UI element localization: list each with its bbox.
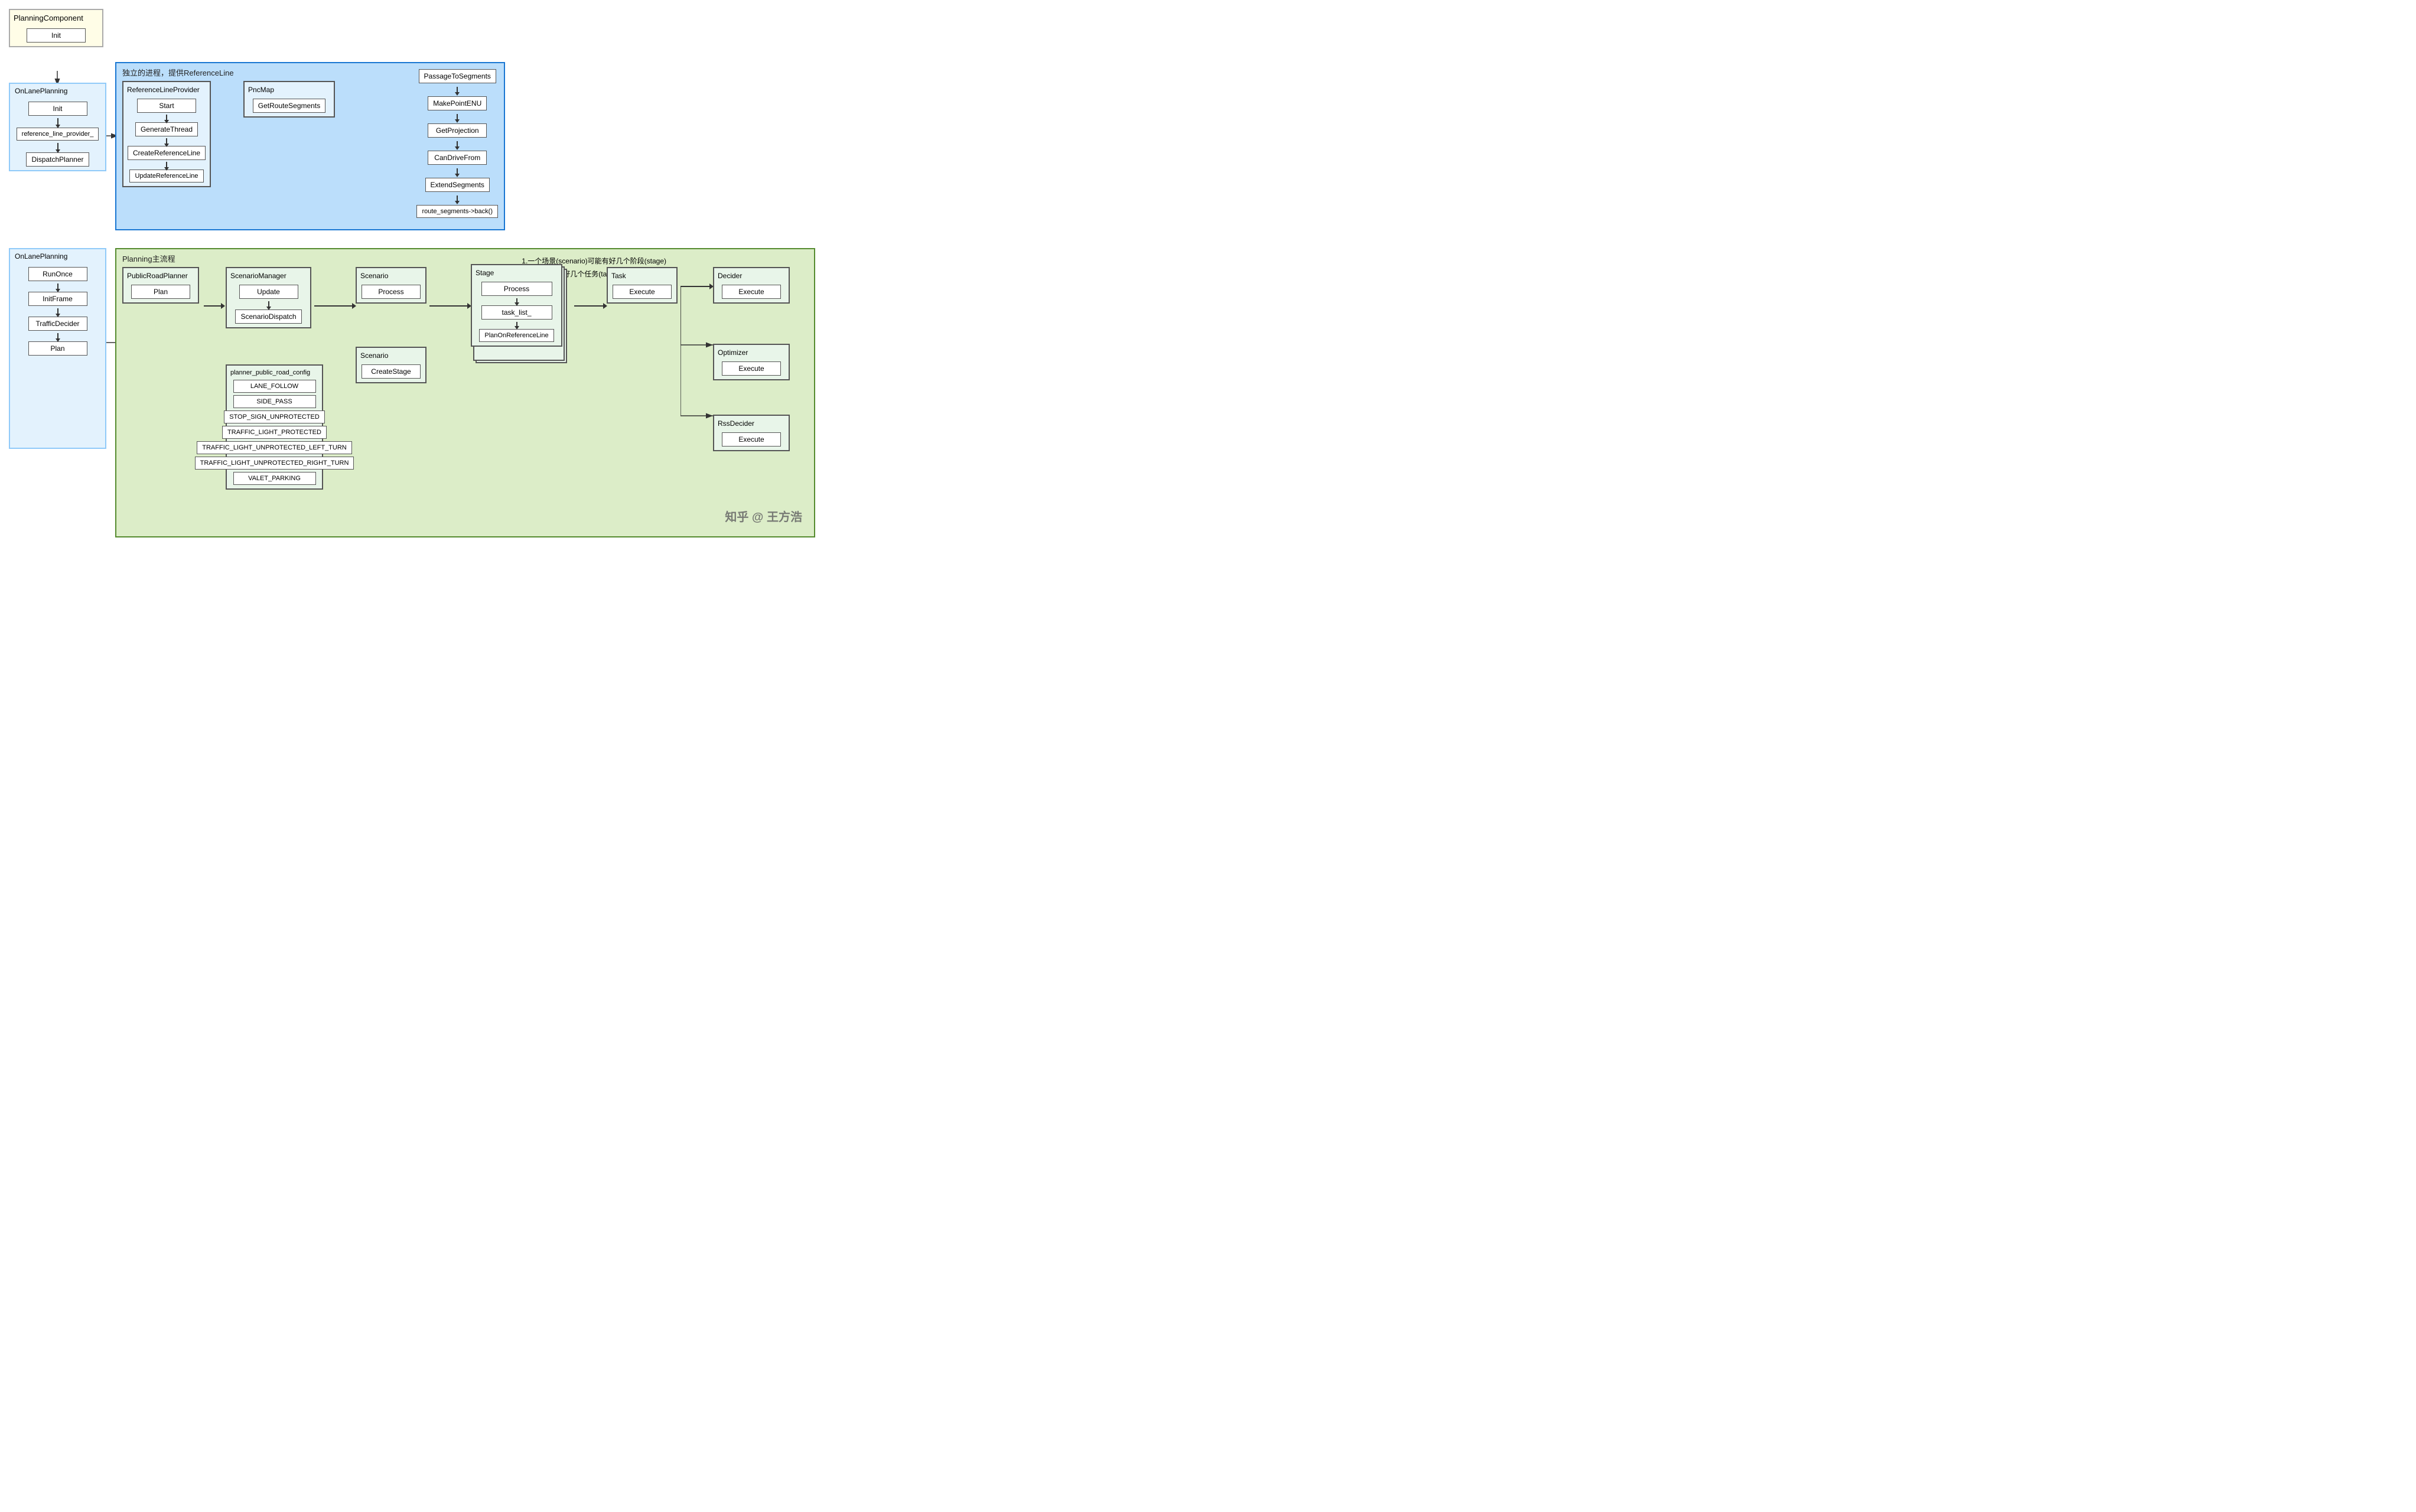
decider-box: Decider Execute — [713, 267, 790, 304]
ollp-top-dispatch: DispatchPlanner — [26, 152, 89, 167]
scenario-box-1: Scenario Process — [356, 267, 426, 304]
task-execute: Execute — [613, 285, 672, 299]
rssdecider-title: RssDecider — [718, 419, 785, 428]
optimizer-execute: Execute — [722, 361, 781, 376]
rlp-generate: GenerateThread — [135, 122, 198, 136]
ollp-bot-runonce: RunOnce — [28, 267, 87, 281]
on-lane-planning-top-title: OnLanePlanning — [15, 87, 67, 95]
optimizer-box: Optimizer Execute — [713, 344, 790, 380]
public-road-planner-box: PublicRoadPlanner Plan — [122, 267, 199, 304]
on-lane-planning-bottom-title: OnLanePlanning — [15, 252, 67, 260]
arrow-sm-scenario — [314, 305, 353, 307]
prp-title: PublicRoadPlanner — [127, 272, 194, 280]
scenario1-process: Process — [362, 285, 421, 299]
config-title: planner_public_road_config — [230, 369, 318, 376]
blue-can-drive: CanDriveFrom — [428, 151, 487, 165]
rlp-title: ReferenceLineProvider — [127, 86, 206, 94]
prp-plan: Plan — [131, 285, 190, 299]
scenario-manager-box: ScenarioManager Update ScenarioDispatch — [226, 267, 311, 328]
green-region: Planning主流程 1.一个场景(scenario)可能有好几个阶段(sta… — [115, 248, 815, 537]
config-box: planner_public_road_config LANE_FOLLOW S… — [226, 364, 323, 490]
on-lane-planning-bottom: OnLanePlanning RunOnce InitFrame Traffic… — [9, 248, 106, 449]
blue-extend: ExtendSegments — [425, 178, 490, 192]
stage-box-container: Stage Process task_list_ PlanOnReference… — [471, 264, 562, 347]
ollp-bot-initframe: InitFrame — [28, 292, 87, 306]
sm-title: ScenarioManager — [230, 272, 307, 280]
arrow-scenario-stage — [429, 305, 468, 307]
task-box: Task Execute — [607, 267, 678, 304]
on-lane-planning-top: OnLanePlanning Init reference_line_provi… — [9, 83, 106, 171]
scenario1-title: Scenario — [360, 272, 422, 280]
blue-right-col: PassageToSegments MakePointENU GetProjec… — [416, 69, 498, 218]
scenario-box-2: Scenario CreateStage — [356, 347, 426, 383]
ollp-bot-trafficdecider: TrafficDecider — [28, 317, 87, 331]
rlp-box: ReferenceLineProvider Start GenerateThre… — [122, 81, 211, 187]
ollp-bot-plan: Plan — [28, 341, 87, 356]
decider-execute: Execute — [722, 285, 781, 299]
green-region-label: Planning主流程 — [122, 253, 175, 264]
config-tl-protected: TRAFFIC_LIGHT_PROTECTED — [222, 426, 327, 439]
planning-component-title: PlanningComponent — [14, 14, 99, 22]
optimizer-title: Optimizer — [718, 348, 785, 357]
blue-make-point: MakePointENU — [428, 96, 487, 110]
config-tl-unprotected-right: TRAFFIC_LIGHT_UNPROTECTED_RIGHT_TURN — [195, 457, 354, 470]
arrow-prp-sm — [204, 305, 222, 307]
stage-plan-ref: PlanOnReferenceLine — [479, 329, 553, 342]
blue-get-proj: GetProjection — [428, 123, 487, 138]
planning-component-box: PlanningComponent Init — [9, 9, 103, 47]
sm-dispatch: ScenarioDispatch — [235, 309, 301, 324]
ollp-top-rlp: reference_line_provider_ — [17, 128, 99, 141]
rssdecider-box: RssDecider Execute — [713, 415, 790, 451]
scenario2-title: Scenario — [360, 351, 422, 360]
rlp-update: UpdateReferenceLine — [129, 170, 203, 183]
config-valet: VALET_PARKING — [233, 472, 316, 485]
pncmap-box: PncMap GetRouteSegments — [243, 81, 335, 118]
config-lane-follow: LANE_FOLLOW — [233, 380, 316, 393]
rssdecider-execute: Execute — [722, 432, 781, 447]
task-title: Task — [611, 272, 673, 280]
watermark: 知乎 @ 王方浩 — [725, 507, 802, 524]
ollp-top-init: Init — [28, 102, 87, 116]
stage-process: Process — [481, 282, 552, 296]
arrow-stage-task — [574, 305, 604, 307]
pncmap-get-route: GetRouteSegments — [253, 99, 325, 113]
blue-passage-to-seg: PassageToSegments — [419, 69, 496, 83]
config-side-pass: SIDE_PASS — [233, 395, 316, 408]
rlp-create: CreateReferenceLine — [128, 146, 206, 160]
pncmap-title: PncMap — [248, 86, 330, 94]
sm-update: Update — [239, 285, 298, 299]
rlp-start: Start — [137, 99, 196, 113]
stage-tasklist: task_list_ — [481, 305, 552, 320]
config-tl-unprotected-left: TRAFFIC_LIGHT_UNPROTECTED_LEFT_TURN — [197, 441, 351, 454]
blue-region: 独立的进程，提供ReferenceLine ReferenceLineProvi… — [115, 62, 505, 230]
blue-region-label: 独立的进程，提供ReferenceLine — [122, 67, 234, 78]
decider-title: Decider — [718, 272, 785, 280]
scenario2-create: CreateStage — [362, 364, 421, 379]
blue-route-back: route_segments->back() — [416, 205, 498, 218]
stage-title: Stage — [476, 269, 558, 277]
planning-component-init: Init — [27, 28, 86, 43]
config-stop-sign: STOP_SIGN_UNPROTECTED — [224, 410, 325, 423]
stage-box: Stage Process task_list_ PlanOnReference… — [471, 264, 562, 347]
